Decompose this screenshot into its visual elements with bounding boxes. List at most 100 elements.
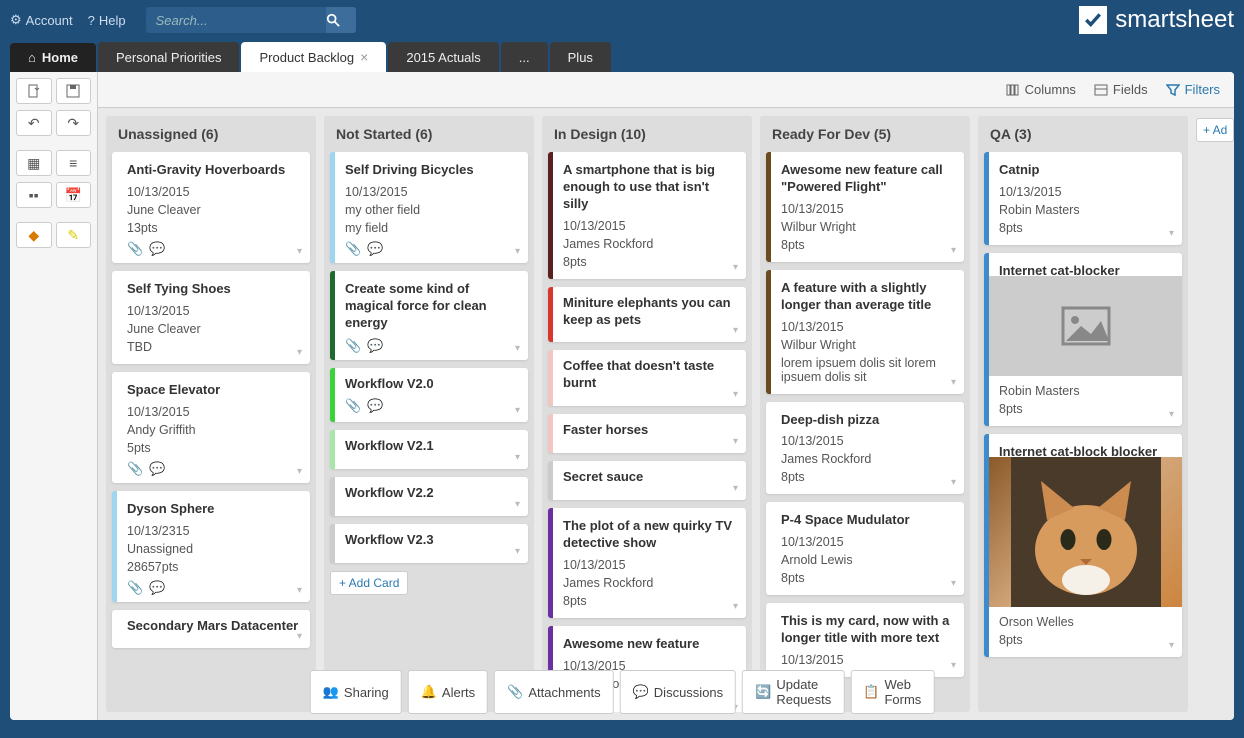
comment-icon[interactable]: 💬 — [367, 338, 383, 354]
tab-product-backlog[interactable]: Product Backlog× — [241, 42, 386, 72]
sidebar-btn-rows[interactable]: ≡ — [56, 150, 92, 176]
chevron-down-icon[interactable]: ▾ — [733, 483, 738, 494]
tab-personal-priorities[interactable]: Personal Priorities — [98, 42, 240, 72]
bottombar-attachments[interactable]: 📎Attachments — [494, 670, 613, 714]
tab--[interactable]: ... — [501, 42, 548, 72]
bottombar-discussions[interactable]: 💬Discussions — [620, 670, 737, 714]
comment-icon[interactable]: 💬 — [367, 241, 383, 257]
comment-icon[interactable]: 💬 — [149, 461, 165, 477]
filters-button[interactable]: Filters — [1166, 82, 1220, 97]
sidebar-btn-grid[interactable]: ▦ — [16, 150, 52, 176]
chevron-down-icon[interactable]: ▾ — [951, 477, 956, 488]
chevron-down-icon[interactable]: ▾ — [515, 546, 520, 557]
chevron-down-icon[interactable]: ▾ — [733, 325, 738, 336]
chevron-down-icon[interactable]: ▾ — [1169, 228, 1174, 239]
columns-button[interactable]: Columns — [1006, 82, 1076, 97]
chevron-down-icon[interactable]: ▾ — [951, 578, 956, 589]
card[interactable]: Self Driving Bicycles10/13/2015my other … — [330, 152, 528, 263]
chevron-down-icon[interactable]: ▾ — [1169, 409, 1174, 420]
chevron-down-icon[interactable]: ▾ — [733, 262, 738, 273]
chevron-down-icon[interactable]: ▾ — [515, 343, 520, 354]
chevron-down-icon[interactable]: ▾ — [297, 466, 302, 477]
account-link[interactable]: ⚙ Account — [10, 12, 73, 28]
chevron-down-icon[interactable]: ▾ — [515, 499, 520, 510]
sidebar-btn-1[interactable] — [16, 78, 52, 104]
card[interactable]: Awesome new feature call "Powered Flight… — [766, 152, 964, 262]
sidebar-btn-undo[interactable]: ↶ — [16, 110, 52, 136]
column-header[interactable]: Not Started (6) — [324, 116, 534, 152]
search-input[interactable] — [146, 9, 326, 32]
card[interactable]: Deep-dish pizza10/13/2015James Rockford8… — [766, 402, 964, 495]
attachment-icon[interactable]: 📎 — [345, 398, 361, 414]
attachment-icon[interactable]: 📎 — [345, 338, 361, 354]
sidebar-btn-layers[interactable]: ◆ — [16, 222, 52, 248]
chevron-down-icon[interactable]: ▾ — [297, 347, 302, 358]
bottombar-alerts[interactable]: 🔔Alerts — [408, 670, 488, 714]
chevron-down-icon[interactable]: ▾ — [297, 631, 302, 642]
sidebar-btn-save[interactable] — [56, 78, 92, 104]
sidebar-btn-gantt[interactable]: ▪▪ — [16, 182, 52, 208]
card[interactable]: Workflow V2.0📎💬▾ — [330, 368, 528, 423]
column-header[interactable]: QA (3) — [978, 116, 1188, 152]
chevron-down-icon[interactable]: ▾ — [515, 405, 520, 416]
card[interactable]: Dyson Sphere10/13/2315Unassigned28657pts… — [112, 491, 310, 602]
card[interactable]: P-4 Space Mudulator10/13/2015Arnold Lewi… — [766, 502, 964, 595]
chevron-down-icon[interactable]: ▾ — [297, 246, 302, 257]
chevron-down-icon[interactable]: ▾ — [515, 246, 520, 257]
chevron-down-icon[interactable]: ▾ — [733, 436, 738, 447]
attachment-icon[interactable]: 📎 — [127, 241, 143, 257]
card[interactable]: Anti-Gravity Hoverboards10/13/2015June C… — [112, 152, 310, 263]
card[interactable]: A smartphone that is big enough to use t… — [548, 152, 746, 279]
card[interactable]: A feature with a slightly longer than av… — [766, 270, 964, 394]
card[interactable]: Miniture elephants you can keep as pets▾ — [548, 287, 746, 343]
chevron-down-icon[interactable]: ▾ — [951, 245, 956, 256]
bottombar-sharing[interactable]: 👥Sharing — [310, 670, 402, 714]
card[interactable]: This is my card, now with a longer title… — [766, 603, 964, 677]
bottombar-web-forms[interactable]: 📋Web Forms — [850, 670, 934, 714]
attachment-icon[interactable]: 📎 — [127, 580, 143, 596]
help-link[interactable]: ? Help — [88, 13, 126, 28]
bottombar-update-requests[interactable]: 🔄Update Requests — [742, 670, 844, 714]
card[interactable]: Secondary Mars Datacenter▾ — [112, 610, 310, 649]
column-header[interactable]: Ready For Dev (5) — [760, 116, 970, 152]
column-header[interactable]: Unassigned (6) — [106, 116, 316, 152]
comment-icon[interactable]: 💬 — [367, 398, 383, 414]
fields-button[interactable]: Fields — [1094, 82, 1148, 97]
card[interactable]: Create some kind of magical force for cl… — [330, 271, 528, 360]
column-header[interactable]: In Design (10) — [542, 116, 752, 152]
chevron-down-icon[interactable]: ▾ — [733, 389, 738, 400]
card[interactable]: Secret sauce▾ — [548, 461, 746, 500]
chevron-down-icon[interactable]: ▾ — [951, 660, 956, 671]
tab-plus[interactable]: Plus — [550, 42, 611, 72]
card[interactable]: Catnip10/13/2015Robin Masters8pts▾ — [984, 152, 1182, 245]
close-icon[interactable]: × — [360, 49, 368, 65]
tab-home[interactable]: ⌂ Home — [10, 43, 96, 72]
card[interactable]: Workflow V2.3▾ — [330, 524, 528, 563]
chevron-down-icon[interactable]: ▾ — [1169, 640, 1174, 651]
sidebar-btn-highlight[interactable]: ✎ — [56, 222, 92, 248]
card[interactable]: Self Tying Shoes10/13/2015June CleaverTB… — [112, 271, 310, 364]
chevron-down-icon[interactable]: ▾ — [515, 452, 520, 463]
sidebar-btn-calendar[interactable]: 📅 — [56, 182, 92, 208]
chevron-down-icon[interactable]: ▾ — [297, 585, 302, 596]
card[interactable]: Space Elevator10/13/2015Andy Griffith5pt… — [112, 372, 310, 483]
add-column-button[interactable]: + Ad — [1196, 118, 1234, 142]
chevron-down-icon[interactable]: ▾ — [733, 601, 738, 612]
comment-icon[interactable]: 💬 — [149, 580, 165, 596]
sidebar-btn-redo[interactable]: ↷ — [56, 110, 92, 136]
card[interactable]: Workflow V2.2▾ — [330, 477, 528, 516]
card[interactable]: The plot of a new quirky TV detective sh… — [548, 508, 746, 618]
comment-icon[interactable]: 💬 — [149, 241, 165, 257]
card[interactable]: Workflow V2.1▾ — [330, 430, 528, 469]
card[interactable]: Coffee that doesn't taste burnt▾ — [548, 350, 746, 406]
add-card-button[interactable]: + Add Card — [330, 571, 408, 595]
card-title: P-4 Space Mudulator — [781, 512, 954, 529]
card[interactable]: Internet cat-block blockerOrson Welles8p… — [984, 434, 1182, 657]
card[interactable]: Internet cat-blockerRobin Masters8pts▾ — [984, 253, 1182, 426]
attachment-icon[interactable]: 📎 — [345, 241, 361, 257]
tab-2015-actuals[interactable]: 2015 Actuals — [388, 42, 498, 72]
search-button[interactable] — [326, 7, 356, 33]
card[interactable]: Faster horses▾ — [548, 414, 746, 453]
attachment-icon[interactable]: 📎 — [127, 461, 143, 477]
chevron-down-icon[interactable]: ▾ — [951, 377, 956, 388]
